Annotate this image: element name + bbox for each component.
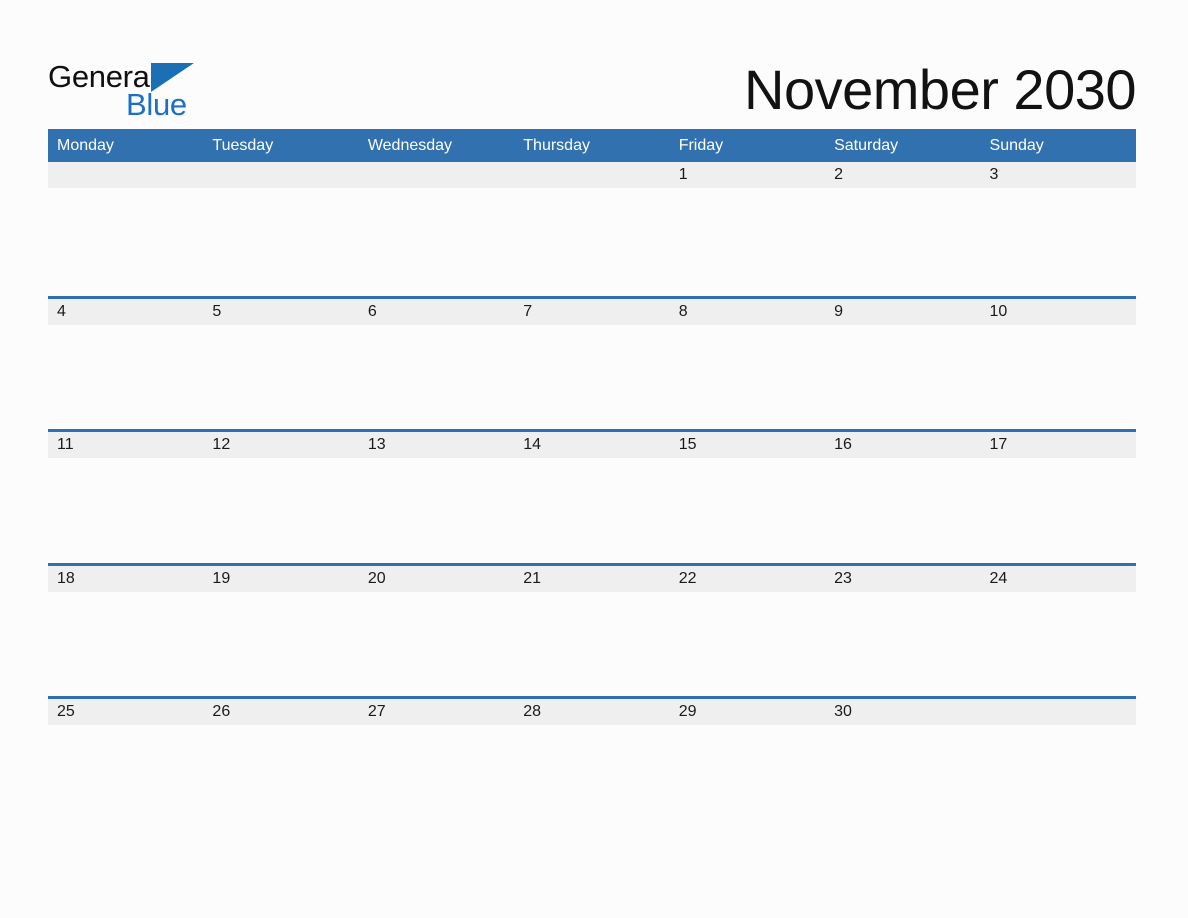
day-number: 23 <box>834 569 852 587</box>
page-header: General Blue November 2030 <box>48 46 1136 122</box>
weekday-header-tuesday: Tuesday <box>212 137 274 154</box>
calendar-day-cell[interactable]: 29 <box>669 699 826 830</box>
weekday-header-thursday: Thursday <box>523 137 590 154</box>
day-number: 9 <box>834 302 844 320</box>
calendar-week-row: 4 5 6 7 8 9 10 <box>48 295 1136 430</box>
day-number-band <box>669 298 826 325</box>
day-number: 5 <box>212 302 222 320</box>
day-number-band <box>514 298 670 325</box>
calendar-day-cell[interactable]: 25 <box>48 699 204 830</box>
day-number: 13 <box>367 436 386 453</box>
day-number-band <box>48 162 204 188</box>
calendar-day-cell[interactable]: 1 <box>669 162 826 296</box>
day-number-band <box>203 298 359 325</box>
calendar-week-row: 25 26 27 28 29 30 <box>48 696 1136 830</box>
day-number: 8 <box>678 302 688 320</box>
calendar-day-cell[interactable]: 2 <box>825 162 981 296</box>
day-number: 16 <box>834 436 852 453</box>
calendar-day-cell[interactable]: 26 <box>203 699 359 830</box>
calendar-day-cell[interactable]: 23 <box>825 565 981 697</box>
day-number: 17 <box>989 436 1008 453</box>
weekday-header-row: Monday Tuesday Wednesday Thursday Friday… <box>48 129 1136 162</box>
day-number: 15 <box>678 436 697 453</box>
calendar-day-cell[interactable] <box>514 162 670 296</box>
day-number: 21 <box>523 569 542 587</box>
page-title: November 2030 <box>744 58 1136 121</box>
day-number: 19 <box>212 569 231 587</box>
calendar-day-cell[interactable]: 12 <box>203 432 359 563</box>
day-number: 18 <box>57 569 75 587</box>
brand-logo: General Blue <box>48 60 248 122</box>
day-number-band <box>669 162 826 188</box>
calendar-day-cell[interactable]: 28 <box>514 699 670 830</box>
calendar-day-cell[interactable]: 16 <box>825 432 981 563</box>
calendar-day-cell[interactable]: 8 <box>669 298 826 430</box>
calendar-day-cell[interactable]: 30 <box>825 699 981 830</box>
day-number: 12 <box>212 436 231 453</box>
calendar-day-cell[interactable]: 3 <box>980 162 1136 296</box>
calendar-day-cell[interactable]: 20 <box>358 565 515 697</box>
day-number-band <box>203 162 359 188</box>
calendar-day-cell[interactable]: 17 <box>980 432 1136 563</box>
calendar-grid: Monday Tuesday Wednesday Thursday Friday… <box>48 129 1136 830</box>
calendar-day-cell[interactable]: 15 <box>669 432 826 563</box>
calendar-day-cell[interactable]: 21 <box>514 565 670 697</box>
day-number: 26 <box>212 703 231 720</box>
day-number: 11 <box>57 436 74 453</box>
calendar-day-cell[interactable]: 9 <box>825 298 981 430</box>
day-number: 7 <box>523 302 533 320</box>
day-number: 4 <box>57 302 66 320</box>
day-number: 2 <box>834 166 844 183</box>
day-number: 29 <box>678 703 697 720</box>
calendar-page: General Blue November 2030 Monday Tuesda… <box>0 0 1188 918</box>
day-number: 10 <box>989 302 1008 320</box>
calendar-day-cell[interactable]: 5 <box>203 298 359 430</box>
weekday-header-sunday: Sunday <box>989 137 1044 154</box>
day-number: 22 <box>678 569 697 587</box>
day-number: 3 <box>989 166 999 183</box>
calendar-day-cell[interactable]: 14 <box>514 432 670 563</box>
day-number-band <box>980 162 1136 188</box>
calendar-day-cell[interactable]: 7 <box>514 298 670 430</box>
calendar-day-cell[interactable]: 6 <box>358 298 515 430</box>
weekday-header-monday: Monday <box>57 137 114 154</box>
day-number: 20 <box>367 569 386 587</box>
calendar-day-cell[interactable] <box>980 699 1136 830</box>
day-number-band <box>980 699 1136 725</box>
weekday-header-friday: Friday <box>678 137 724 154</box>
day-number: 28 <box>523 703 542 720</box>
calendar-day-cell[interactable] <box>358 162 515 296</box>
day-number: 1 <box>678 166 688 183</box>
calendar-day-cell[interactable]: 11 <box>48 432 204 563</box>
day-number-band <box>358 162 515 188</box>
calendar-week-row: 1 2 3 <box>48 162 1136 296</box>
calendar-day-cell[interactable]: 4 <box>48 298 204 430</box>
day-number-band <box>514 162 670 188</box>
day-number-band <box>48 298 204 325</box>
calendar-day-cell[interactable]: 19 <box>203 565 359 697</box>
day-number: 14 <box>523 436 542 453</box>
day-number: 6 <box>367 302 377 320</box>
calendar-day-cell[interactable]: 10 <box>980 298 1136 430</box>
calendar-week-row: 18 19 20 21 22 23 24 <box>48 562 1136 697</box>
day-number: 25 <box>57 703 75 720</box>
calendar-day-cell[interactable]: 27 <box>358 699 515 830</box>
day-number-band <box>825 162 981 188</box>
weekday-header-wednesday: Wednesday <box>367 137 453 154</box>
brand-name-blue: Blue <box>126 87 187 122</box>
day-number: 30 <box>834 703 852 720</box>
calendar-day-cell[interactable] <box>48 162 204 296</box>
calendar-day-cell[interactable]: 13 <box>358 432 515 563</box>
calendar-day-cell[interactable]: 22 <box>669 565 826 697</box>
calendar-day-cell[interactable]: 18 <box>48 565 204 697</box>
day-number-band <box>358 298 515 325</box>
day-number: 27 <box>367 703 386 720</box>
calendar-day-cell[interactable] <box>203 162 359 296</box>
calendar-day-cell[interactable]: 24 <box>980 565 1136 697</box>
weekday-header-saturday: Saturday <box>834 137 899 154</box>
day-number-band <box>825 298 981 325</box>
day-number: 24 <box>989 569 1008 587</box>
calendar-week-row: 11 12 13 14 15 16 17 <box>48 429 1136 563</box>
